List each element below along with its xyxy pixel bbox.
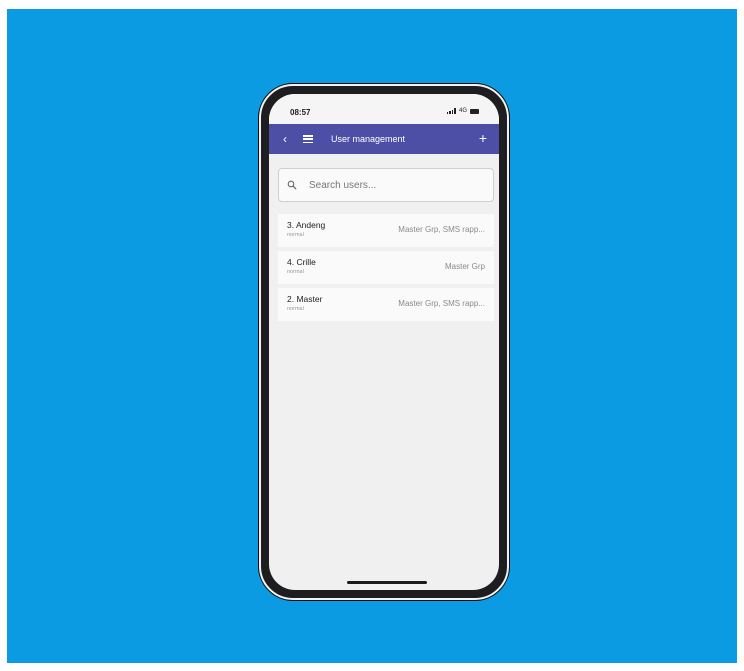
search-icon	[287, 180, 297, 190]
app-bar: ‹ User management +	[269, 124, 499, 154]
status-bar: 08:57 4G	[269, 94, 499, 124]
user-name: 4. Crille	[287, 257, 316, 267]
user-name: 3. Andeng	[287, 220, 326, 230]
search-box[interactable]	[278, 168, 494, 202]
user-name: 2. Master	[287, 294, 323, 304]
phone-frame: 08:57 4G ‹ User management + Search user…	[259, 84, 509, 600]
chevron-left-icon[interactable]: ‹	[283, 132, 287, 146]
search-input[interactable]	[309, 169, 484, 201]
plus-icon[interactable]: +	[479, 130, 487, 146]
battery-icon	[470, 108, 479, 114]
home-indicator[interactable]	[347, 581, 427, 584]
user-groups: Master Grp	[444, 262, 485, 271]
signal-icon	[446, 108, 456, 114]
user-role: normal	[287, 269, 304, 275]
hamburger-icon[interactable]	[303, 135, 313, 143]
user-role: normal	[287, 306, 304, 312]
user-row[interactable]: 4. Crille normal Master Grp	[278, 251, 494, 284]
user-groups: Master Grp, SMS rapp...	[398, 299, 485, 308]
user-row[interactable]: 2. Master normal Master Grp, SMS rapp...	[278, 288, 494, 321]
background: 08:57 4G ‹ User management + Search user…	[7, 9, 737, 663]
user-list: 3. Andeng normal Master Grp, SMS rapp...…	[278, 214, 494, 325]
user-groups: Master Grp, SMS rapp...	[398, 225, 485, 234]
phone-screen: 08:57 4G ‹ User management + Search user…	[269, 94, 499, 590]
user-row[interactable]: 3. Andeng normal Master Grp, SMS rapp...	[278, 214, 494, 247]
page-title: User management	[331, 134, 406, 144]
network-type: 4G	[458, 108, 467, 114]
user-role: normal	[287, 232, 304, 238]
status-icons: 4G	[446, 108, 479, 114]
status-time: 08:57	[290, 108, 311, 117]
